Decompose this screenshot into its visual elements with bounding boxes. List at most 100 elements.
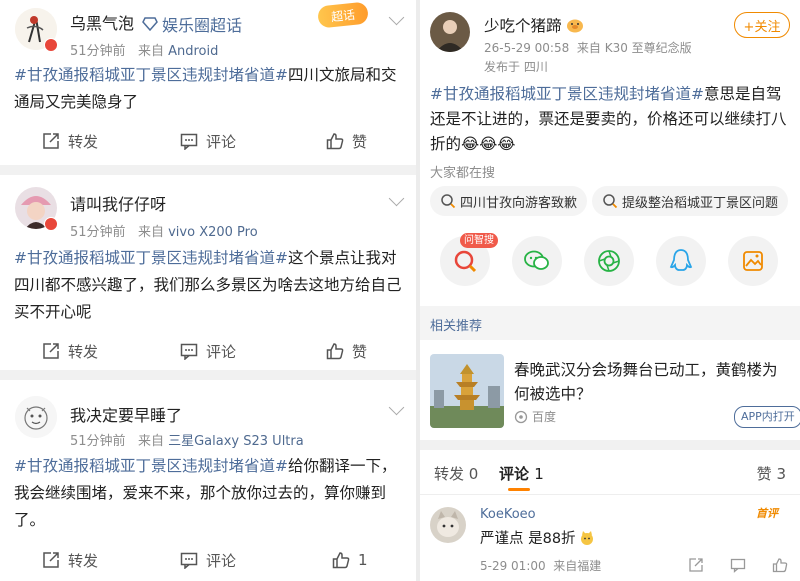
device-name: Android bbox=[168, 44, 219, 59]
tab-like[interactable]: 赞 3 bbox=[757, 463, 786, 484]
author-username[interactable]: 少吃个猪蹄 bbox=[484, 14, 562, 36]
pig-emoji-icon bbox=[566, 19, 583, 33]
chevron-down-icon[interactable] bbox=[388, 399, 405, 416]
share-icon[interactable] bbox=[688, 557, 704, 573]
repost-label: 转发 bbox=[68, 132, 99, 151]
search-chip-label: 提级整治稻城亚丁景区问题 bbox=[622, 195, 779, 211]
post-actions: 转发 评论 赞 bbox=[0, 121, 416, 161]
detail-tabs: 转发 0 评论 1 赞 3 bbox=[420, 450, 800, 495]
comment-username[interactable]: KoeKoeo bbox=[480, 507, 536, 522]
avatar[interactable] bbox=[15, 396, 57, 438]
like-button[interactable]: 1 bbox=[332, 540, 368, 580]
avatar-cat-image bbox=[430, 507, 466, 543]
related-thumbnail bbox=[430, 354, 504, 428]
qq-icon bbox=[669, 249, 693, 271]
save-image-icon bbox=[743, 251, 763, 271]
tab-repost-label: 转发 bbox=[434, 465, 465, 483]
comment-label: 评论 bbox=[206, 551, 237, 570]
share-qq-button[interactable] bbox=[656, 236, 706, 286]
hashtag-link[interactable]: #甘孜通报稻城亚丁景区违规封堵省道# bbox=[430, 85, 704, 103]
share-badge: 问智搜 bbox=[460, 233, 498, 248]
repost-label: 转发 bbox=[68, 551, 99, 570]
from-label: 来自 bbox=[137, 44, 164, 59]
post-divider bbox=[0, 165, 416, 175]
tab-comment-label: 评论 bbox=[499, 465, 530, 483]
follow-button[interactable]: +关注 bbox=[734, 12, 790, 38]
share-moments-button[interactable] bbox=[584, 236, 634, 286]
comment-text: 严谨点 是88折 bbox=[480, 531, 576, 547]
comment-button[interactable]: 评论 bbox=[180, 121, 236, 161]
hashtag-link[interactable]: #甘孜通报稻城亚丁景区违规封堵省道# bbox=[14, 457, 288, 475]
related-title[interactable]: 春晚武汉分会场舞台已动工，黄鹤楼为何被选中？ bbox=[514, 358, 790, 406]
verified-badge-icon bbox=[44, 217, 58, 231]
post-detail-panel: 少吃个猪蹄 26-5-29 00:58 来自 K30 至尊纪念版 发布于 四川 … bbox=[420, 0, 800, 581]
like-button[interactable]: 赞 bbox=[326, 331, 367, 371]
diamond-icon bbox=[142, 17, 158, 31]
search-chip[interactable]: 四川甘孜向游客致歉 bbox=[430, 186, 588, 216]
post-username[interactable]: 我决定要早睡了 bbox=[70, 402, 182, 426]
post-time: 51分钟前 bbox=[70, 44, 126, 59]
avatar[interactable] bbox=[430, 12, 470, 52]
repost-icon bbox=[43, 552, 59, 568]
trending-search-label: 大家都在搜 bbox=[430, 166, 496, 181]
repost-icon bbox=[43, 343, 59, 359]
comment-button[interactable]: 评论 bbox=[180, 331, 236, 371]
left-feed-panel: 乌黑气泡 娱乐圈超话 超话 51分钟前 来自 Android #甘孜通报稻城亚丁… bbox=[0, 0, 416, 581]
post-body: #甘孜通报稻城亚丁景区违规封堵省道#意思是自驾还是不让进的，票还是要卖的，价格还… bbox=[430, 82, 792, 157]
hashtag-link[interactable]: #甘孜通报稻城亚丁景区违规封堵省道# bbox=[14, 249, 288, 267]
search-chip[interactable]: 提级整治稻城亚丁景区问题 bbox=[592, 186, 789, 216]
source-icon bbox=[514, 410, 528, 423]
hashtag-link[interactable]: #甘孜通报稻城亚丁景区违规封堵省道# bbox=[14, 66, 288, 84]
like-button[interactable]: 赞 bbox=[326, 121, 367, 161]
share-wechat-button[interactable] bbox=[512, 236, 562, 286]
related-source: 百度 bbox=[514, 408, 556, 425]
post-username[interactable]: 请叫我仔仔呀 bbox=[70, 191, 166, 215]
tab-comment[interactable]: 评论 1 bbox=[499, 463, 544, 484]
section-divider bbox=[420, 440, 800, 450]
post-username[interactable]: 乌黑气泡 bbox=[70, 10, 134, 34]
search-icon bbox=[603, 194, 618, 209]
comment-label: 评论 bbox=[206, 342, 237, 361]
post-location: 发布于 四川 bbox=[484, 60, 548, 74]
thumbs-up-icon bbox=[326, 343, 344, 360]
related-label: 相关推荐 bbox=[430, 319, 483, 334]
related-source-label: 百度 bbox=[532, 410, 557, 424]
open-in-app-button[interactable]: APP内打开 bbox=[734, 406, 800, 428]
post-meta: 51分钟前 来自 vivo X200 Pro bbox=[70, 221, 258, 240]
supertopic-link[interactable]: 娱乐圈超话 bbox=[142, 12, 242, 36]
chevron-down-icon[interactable] bbox=[388, 190, 405, 207]
repost-button[interactable]: 转发 bbox=[42, 331, 98, 371]
avatar-photo-image bbox=[430, 12, 470, 52]
verified-badge-icon bbox=[44, 38, 58, 52]
chevron-down-icon[interactable] bbox=[388, 9, 405, 26]
author-meta: 26-5-29 00:58 来自 K30 至尊纪念版 bbox=[484, 39, 692, 56]
like-count: 1 bbox=[358, 551, 368, 569]
supertopic-label: 娱乐圈超话 bbox=[162, 16, 243, 35]
comment-avatar[interactable] bbox=[430, 507, 466, 543]
feed-post: 我决定要早睡了 51分钟前 来自 三星Galaxy S23 Ultra #甘孜通… bbox=[0, 380, 416, 581]
repost-button[interactable]: 转发 bbox=[42, 121, 98, 161]
comment-icon bbox=[180, 552, 198, 569]
comment-button[interactable]: 评论 bbox=[180, 540, 236, 580]
yellow-crane-tower-image bbox=[430, 354, 504, 428]
tab-repost[interactable]: 转发 0 bbox=[434, 463, 478, 484]
related-card[interactable]: 春晚武汉分会场舞台已动工，黄鹤楼为何被选中？ 百度 APP内打开 bbox=[420, 340, 800, 440]
related-header: 相关推荐 bbox=[420, 306, 800, 340]
comment-body: 严谨点 是88折 bbox=[480, 527, 595, 548]
device-name: 三星Galaxy S23 Ultra bbox=[168, 434, 304, 449]
from-label: 来自 bbox=[137, 434, 164, 449]
feed-post: 请叫我仔仔呀 51分钟前 来自 vivo X200 Pro #甘孜通报稻城亚丁景… bbox=[0, 175, 416, 370]
tab-comment-count: 1 bbox=[534, 465, 544, 483]
comment-icon[interactable] bbox=[730, 557, 746, 573]
post-body: #甘孜通报稻城亚丁景区违规封堵省道#四川文旅局和交通局又完美隐身了 bbox=[14, 62, 406, 116]
thumbs-up-icon[interactable] bbox=[772, 557, 788, 573]
comment-time: 5-29 01:00 bbox=[480, 559, 546, 573]
thumbs-up-icon bbox=[326, 133, 344, 150]
share-save-image-button[interactable] bbox=[728, 236, 778, 286]
comment-icon bbox=[180, 343, 198, 360]
post-body: #甘孜通报稻城亚丁景区违规封堵省道#给你翻译一下，我会继续围堵，爱来不来，那个放… bbox=[14, 453, 406, 534]
post-meta: 51分钟前 来自 三星Galaxy S23 Ultra bbox=[70, 430, 304, 449]
repost-button[interactable]: 转发 bbox=[42, 540, 98, 580]
post-meta: 51分钟前 来自 Android bbox=[70, 40, 218, 59]
post-time: 51分钟前 bbox=[70, 434, 126, 449]
